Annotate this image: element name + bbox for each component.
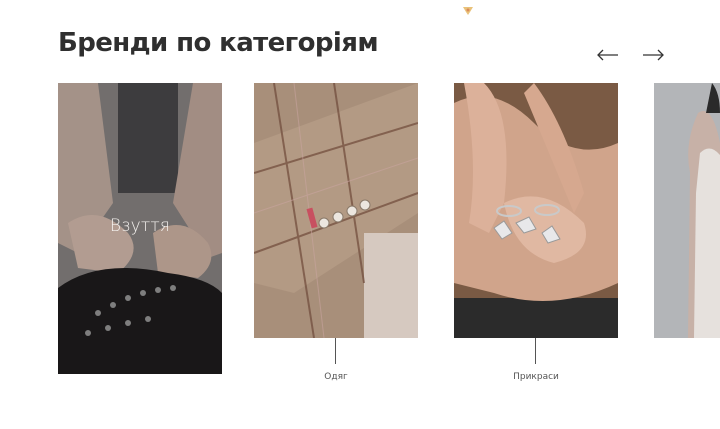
card-connector-line <box>335 338 336 364</box>
category-carousel: Взуття Одяг Прикраси <box>0 83 720 403</box>
arrow-left-icon <box>597 49 618 61</box>
category-image-footwear[interactable]: Взуття <box>58 83 222 374</box>
section-title: Бренди по категоріям <box>58 28 379 58</box>
category-image-clothing[interactable] <box>254 83 418 338</box>
category-label[interactable]: Одяг <box>254 372 418 382</box>
carousel-prev-button[interactable] <box>595 44 621 66</box>
arrow-right-icon <box>643 49 664 61</box>
category-image-dress[interactable] <box>654 83 720 338</box>
carousel-next-button[interactable] <box>640 44 666 66</box>
category-overlay-title: Взуття <box>109 216 171 236</box>
category-image-jewelry[interactable] <box>454 83 618 338</box>
category-label[interactable]: Прикраси <box>454 372 618 382</box>
card-connector-line <box>535 338 536 364</box>
top-decoration-icon <box>462 0 474 15</box>
